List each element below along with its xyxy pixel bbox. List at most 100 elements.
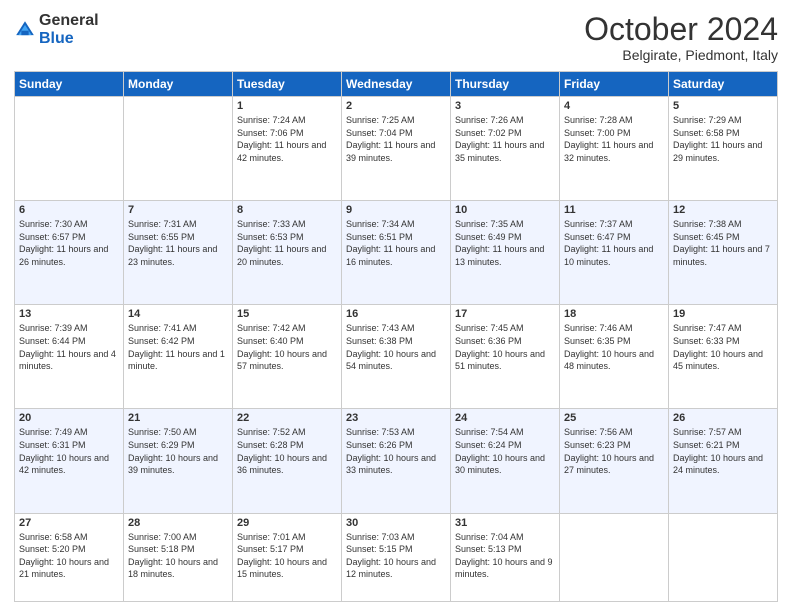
day-number: 14 — [128, 308, 228, 320]
day-info: Sunrise: 7:57 AM Sunset: 6:21 PM Dayligh… — [673, 426, 773, 476]
day-number: 8 — [237, 204, 337, 216]
day-number: 6 — [19, 204, 119, 216]
day-info: Sunrise: 6:58 AM Sunset: 5:20 PM Dayligh… — [19, 531, 119, 581]
day-info: Sunrise: 7:24 AM Sunset: 7:06 PM Dayligh… — [237, 114, 337, 164]
day-number: 2 — [346, 100, 446, 112]
calendar-day: 22 Sunrise: 7:52 AM Sunset: 6:28 PM Dayli… — [233, 409, 342, 513]
calendar-day: 6 Sunrise: 7:30 AM Sunset: 6:57 PM Daylig… — [15, 201, 124, 305]
calendar-day: 18 Sunrise: 7:46 AM Sunset: 6:35 PM Dayli… — [560, 305, 669, 409]
calendar-week-row: 6 Sunrise: 7:30 AM Sunset: 6:57 PM Daylig… — [15, 201, 778, 305]
calendar-day: 13Sunrise: 7:39 AM Sunset: 6:44 PM Dayli… — [15, 305, 124, 409]
calendar-day: 31 Sunrise: 7:04 AM Sunset: 5:13 PM Dayli… — [451, 513, 560, 602]
calendar: SundayMondayTuesdayWednesdayThursdayFrid… — [14, 71, 778, 602]
day-info: Sunrise: 7:00 AM Sunset: 5:18 PM Dayligh… — [128, 531, 228, 581]
day-number: 4 — [564, 100, 664, 112]
calendar-week-row: 1 Sunrise: 7:24 AM Sunset: 7:06 PM Daylig… — [15, 97, 778, 201]
day-info: Sunrise: 7:04 AM Sunset: 5:13 PM Dayligh… — [455, 531, 555, 581]
logo-text: General Blue — [39, 12, 99, 47]
calendar-day: 4 Sunrise: 7:28 AM Sunset: 7:00 PM Daylig… — [560, 97, 669, 201]
day-info: Sunrise: 7:38 AM Sunset: 6:45 PM Dayligh… — [673, 218, 773, 268]
day-info: Sunrise: 7:35 AM Sunset: 6:49 PM Dayligh… — [455, 218, 555, 268]
calendar-day: 23 Sunrise: 7:53 AM Sunset: 6:26 PM Dayli… — [342, 409, 451, 513]
calendar-header-row: SundayMondayTuesdayWednesdayThursdayFrid… — [15, 72, 778, 97]
calendar-day: 14 Sunrise: 7:41 AM Sunset: 6:42 PM Dayli… — [124, 305, 233, 409]
day-number: 10 — [455, 204, 555, 216]
calendar-day: 20Sunrise: 7:49 AM Sunset: 6:31 PM Dayli… — [15, 409, 124, 513]
day-number: 5 — [673, 100, 773, 112]
day-number: 25 — [564, 412, 664, 424]
calendar-day: 12 Sunrise: 7:38 AM Sunset: 6:45 PM Dayli… — [669, 201, 778, 305]
day-info: Sunrise: 7:47 AM Sunset: 6:33 PM Dayligh… — [673, 322, 773, 372]
day-number: 7 — [128, 204, 228, 216]
calendar-day — [669, 513, 778, 602]
calendar-day: 19 Sunrise: 7:47 AM Sunset: 6:33 PM Dayli… — [669, 305, 778, 409]
calendar-week-row: 27 Sunrise: 6:58 AM Sunset: 5:20 PM Dayli… — [15, 513, 778, 602]
day-number: 26 — [673, 412, 773, 424]
day-info: Sunrise: 7:43 AM Sunset: 6:38 PM Dayligh… — [346, 322, 446, 372]
day-number: 1 — [237, 100, 337, 112]
column-header-thursday: Thursday — [451, 72, 560, 97]
day-info: Sunrise: 7:33 AM Sunset: 6:53 PM Dayligh… — [237, 218, 337, 268]
calendar-day — [15, 97, 124, 201]
calendar-day: 28Sunrise: 7:00 AM Sunset: 5:18 PM Dayli… — [124, 513, 233, 602]
day-info: Sunrise: 7:46 AM Sunset: 6:35 PM Dayligh… — [564, 322, 664, 372]
day-info: Sunrise: 7:26 AM Sunset: 7:02 PM Dayligh… — [455, 114, 555, 164]
day-info: Sunrise: 7:52 AM Sunset: 6:28 PM Dayligh… — [237, 426, 337, 476]
column-header-friday: Friday — [560, 72, 669, 97]
calendar-day — [124, 97, 233, 201]
calendar-day: 11Sunrise: 7:37 AM Sunset: 6:47 PM Dayli… — [560, 201, 669, 305]
day-number: 9 — [346, 204, 446, 216]
day-number: 13 — [19, 308, 119, 320]
day-info: Sunrise: 7:53 AM Sunset: 6:26 PM Dayligh… — [346, 426, 446, 476]
day-number: 11 — [564, 204, 664, 216]
day-info: Sunrise: 7:01 AM Sunset: 5:17 PM Dayligh… — [237, 531, 337, 581]
day-info: Sunrise: 7:30 AM Sunset: 6:57 PM Dayligh… — [19, 218, 119, 268]
day-number: 27 — [19, 517, 119, 529]
calendar-day: 25Sunrise: 7:56 AM Sunset: 6:23 PM Dayli… — [560, 409, 669, 513]
calendar-day: 2 Sunrise: 7:25 AM Sunset: 7:04 PM Daylig… — [342, 97, 451, 201]
column-header-monday: Monday — [124, 72, 233, 97]
day-info: Sunrise: 7:28 AM Sunset: 7:00 PM Dayligh… — [564, 114, 664, 164]
day-info: Sunrise: 7:54 AM Sunset: 6:24 PM Dayligh… — [455, 426, 555, 476]
day-number: 12 — [673, 204, 773, 216]
calendar-day: 9 Sunrise: 7:34 AM Sunset: 6:51 PM Daylig… — [342, 201, 451, 305]
calendar-day: 7 Sunrise: 7:31 AM Sunset: 6:55 PM Daylig… — [124, 201, 233, 305]
month-title: October 2024 — [584, 12, 778, 47]
day-number: 18 — [564, 308, 664, 320]
calendar-day — [560, 513, 669, 602]
day-number: 15 — [237, 308, 337, 320]
calendar-day: 8 Sunrise: 7:33 AM Sunset: 6:53 PM Daylig… — [233, 201, 342, 305]
column-header-wednesday: Wednesday — [342, 72, 451, 97]
calendar-day: 17 Sunrise: 7:45 AM Sunset: 6:36 PM Dayli… — [451, 305, 560, 409]
day-number: 22 — [237, 412, 337, 424]
column-header-tuesday: Tuesday — [233, 72, 342, 97]
day-number: 29 — [237, 517, 337, 529]
calendar-week-row: 13Sunrise: 7:39 AM Sunset: 6:44 PM Dayli… — [15, 305, 778, 409]
location: Belgirate, Piedmont, Italy — [584, 47, 778, 63]
day-number: 19 — [673, 308, 773, 320]
day-number: 24 — [455, 412, 555, 424]
day-info: Sunrise: 7:03 AM Sunset: 5:15 PM Dayligh… — [346, 531, 446, 581]
header: General Blue October 2024 Belgirate, Pie… — [14, 12, 778, 63]
day-info: Sunrise: 7:31 AM Sunset: 6:55 PM Dayligh… — [128, 218, 228, 268]
day-info: Sunrise: 7:45 AM Sunset: 6:36 PM Dayligh… — [455, 322, 555, 372]
day-number: 30 — [346, 517, 446, 529]
calendar-day: 21Sunrise: 7:50 AM Sunset: 6:29 PM Dayli… — [124, 409, 233, 513]
day-number: 21 — [128, 412, 228, 424]
day-info: Sunrise: 7:34 AM Sunset: 6:51 PM Dayligh… — [346, 218, 446, 268]
logo: General Blue — [14, 12, 99, 47]
calendar-day: 26 Sunrise: 7:57 AM Sunset: 6:21 PM Dayli… — [669, 409, 778, 513]
calendar-day: 24 Sunrise: 7:54 AM Sunset: 6:24 PM Dayli… — [451, 409, 560, 513]
calendar-day: 29 Sunrise: 7:01 AM Sunset: 5:17 PM Dayli… — [233, 513, 342, 602]
day-number: 16 — [346, 308, 446, 320]
day-number: 20 — [19, 412, 119, 424]
calendar-day: 15Sunrise: 7:42 AM Sunset: 6:40 PM Dayli… — [233, 305, 342, 409]
logo-icon — [14, 19, 36, 41]
day-info: Sunrise: 7:41 AM Sunset: 6:42 PM Dayligh… — [128, 322, 228, 372]
day-number: 17 — [455, 308, 555, 320]
day-number: 23 — [346, 412, 446, 424]
calendar-day: 5Sunrise: 7:29 AM Sunset: 6:58 PM Daylig… — [669, 97, 778, 201]
day-info: Sunrise: 7:25 AM Sunset: 7:04 PM Dayligh… — [346, 114, 446, 164]
day-number: 31 — [455, 517, 555, 529]
title-block: October 2024 Belgirate, Piedmont, Italy — [584, 12, 778, 63]
